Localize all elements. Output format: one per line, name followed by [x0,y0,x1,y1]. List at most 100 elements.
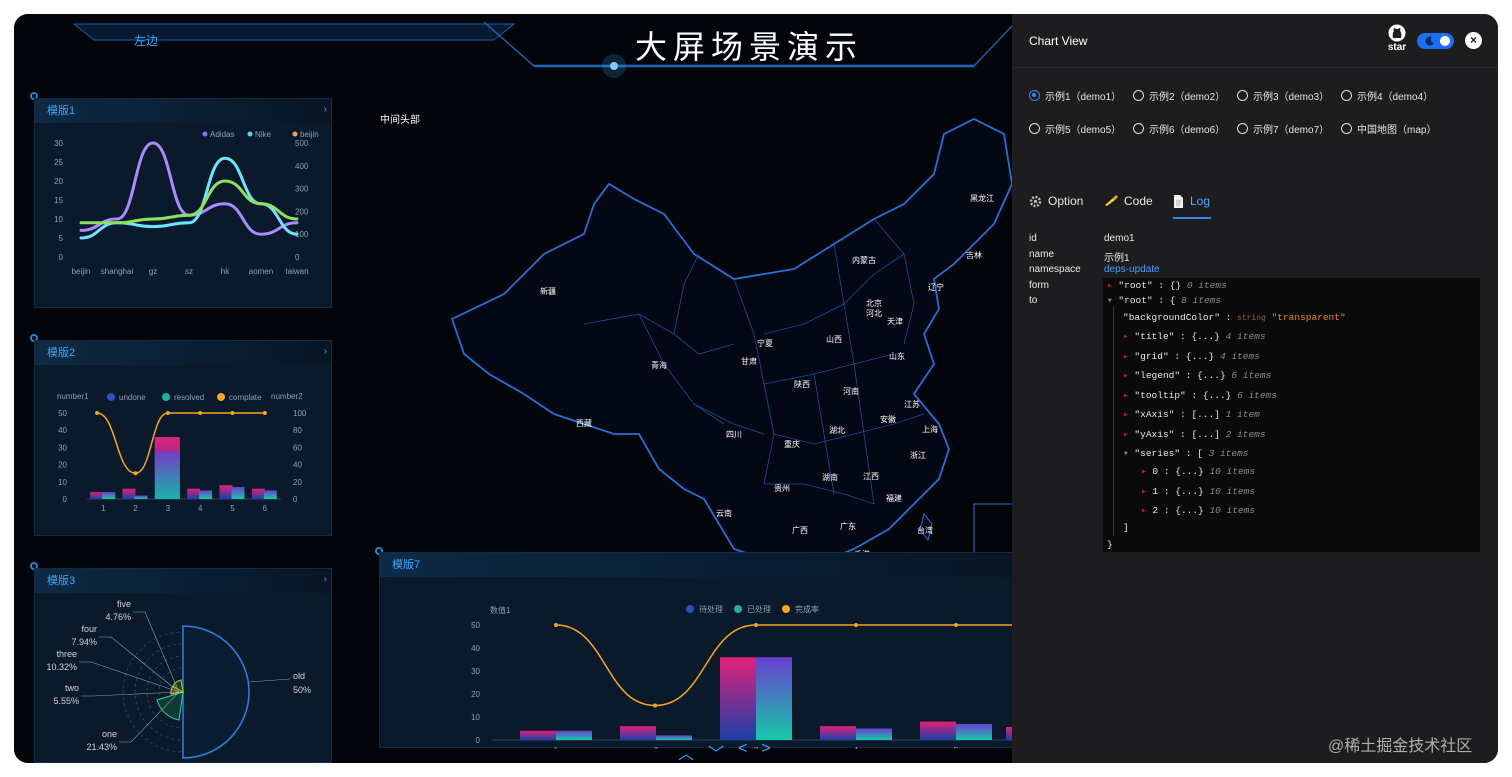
json-root-empty[interactable]: ▸ "root" : {} 0 items [1107,280,1227,291]
json-series-item[interactable]: ▸ 1 : {...} 10 items [1141,486,1255,497]
province-label: 上海 [922,424,938,434]
province-label: 福建 [886,493,902,503]
arrow-up-icon[interactable]: ︿ [678,740,694,763]
tab-option[interactable]: Option [1029,194,1083,208]
y-tick: 10 [471,713,480,722]
legend-label: Adidas [210,130,234,139]
close-icon[interactable]: × [1465,32,1482,49]
radio-demo7[interactable]: 示例7（demo7） [1237,121,1329,136]
radio-circle[interactable] [1133,123,1144,134]
panel-title: 模版2 [35,341,331,365]
radio-circle[interactable] [1133,90,1144,101]
chart-template2: number1 number2undone resolved complate0102… [57,392,307,513]
radio-label: 示例5（demo5） [1045,125,1122,136]
left-tab[interactable]: 左边 [134,32,158,49]
json-close-object[interactable]: } [1107,539,1113,550]
tab-log[interactable]: Log [1173,194,1210,208]
json-series[interactable]: ▾ "series" : [ 3 items [1123,448,1248,459]
radio-demo8[interactable]: 中国地图（map） [1341,121,1436,136]
pie-label-two: two [65,683,79,693]
legend-label: complate [229,393,262,402]
github-star-button[interactable]: star [1384,24,1410,53]
radio-demo3[interactable]: 示例3（demo3） [1237,88,1329,103]
radio-circle[interactable] [1029,123,1040,134]
province-label: 河南 [843,386,859,396]
y-tick-left: 30 [54,139,63,148]
field-value: 示例1 [1104,252,1130,264]
radio-demo1[interactable]: 示例1（demo1） [1029,88,1121,103]
bar-processed [556,730,592,740]
province-label: 广西 [792,525,808,535]
writing-hand-icon [1105,195,1118,206]
bar-resolved [231,486,245,499]
tab-code[interactable]: Code [1104,194,1153,208]
chart-template3: five 4.76% four 7.94% three 10.32% two 5.55% one… [46,599,311,759]
field-key: namespace [1029,264,1081,275]
json-node[interactable]: ▸ "grid" : {...} 4 items [1123,351,1260,362]
json-node[interactable]: ▸ "tooltip" : {...} 6 items [1123,390,1277,401]
arrow-right-icon[interactable]: > [761,740,770,763]
radio-circle[interactable] [1237,123,1248,134]
province-label: 江苏 [904,399,920,409]
province-label: 西藏 [576,418,592,428]
bar-pending [620,726,656,740]
province-label: 宁夏 [757,338,773,348]
radio-circle[interactable] [1341,123,1352,134]
chevron-right-icon[interactable]: › [324,574,327,585]
arrow-down-icon[interactable]: ﹀ [708,740,724,763]
panel-template1: 模版1 › Adidas Nike beijin 0 5 10 15 20 25 30 0 100 20… [34,98,332,308]
x-tick: 1 [554,746,559,749]
radio-demo4[interactable]: 示例4（demo4） [1341,88,1433,103]
bar-undone [122,488,136,499]
json-node[interactable]: ▸ "yAxis" : [...] 2 items [1123,429,1266,440]
province-label: 黑龙江 [970,193,994,203]
y-tick-left: 10 [58,478,67,487]
legend-dot [782,605,790,613]
province-label: 江西 [863,472,879,481]
x-tick: aomen [249,267,273,276]
radio-circle[interactable] [1237,90,1248,101]
json-node[interactable]: ▸ "title" : {...} 4 items [1123,331,1266,342]
json-series-item[interactable]: ▸ 0 : {...} 10 items [1141,466,1255,477]
bar-processed [756,657,792,740]
pie-label-five: five [117,599,131,609]
json-viewer[interactable]: ▸ "root" : {} 0 items ▾ "root" : { 8 item… [1103,278,1480,552]
legend-label: resolved [174,393,204,402]
radio-circle[interactable] [1341,90,1352,101]
series-line-nike [79,156,299,240]
bar-resolved [102,492,116,499]
line-point [133,471,138,476]
china-outline [450,117,1012,565]
json-series-item[interactable]: ▸ 2 : {...} 10 items [1141,505,1255,516]
arrow-left-icon[interactable]: < [738,740,747,763]
pie-value-old: 50% [293,685,311,695]
radio-demo2[interactable]: 示例2（demo2） [1133,88,1225,103]
y-tick-left: 20 [58,461,67,470]
json-root[interactable]: ▾ "root" : { 8 items [1107,295,1221,306]
radio-demo5[interactable]: 示例5（demo5） [1029,121,1121,136]
y-tick-left: 10 [54,215,63,224]
panel-heading: Chart View [1029,34,1088,48]
x-tick: hk [221,267,230,276]
y-tick-left: 5 [59,234,64,243]
legend-dot [217,393,225,401]
radio-demo6[interactable]: 示例6（demo6） [1133,121,1225,136]
province-label: 陕西 [794,379,810,389]
x-tick: 1 [101,504,106,513]
y-tick-right: 20 [293,478,302,487]
china-map[interactable]: 黑龙江吉林辽宁 内蒙古北京河北天津山西山东 宁夏甘肃 新疆青海陕西河南江苏安徽上海 湖北… [434,104,1012,604]
json-background-color[interactable]: "backgroundColor" : string "transparent" [1123,312,1346,323]
json-node[interactable]: ▸ "xAxis" : [...] 1 item [1123,409,1260,420]
radio-circle[interactable] [1029,90,1040,101]
json-close-array[interactable]: ] [1123,522,1129,533]
chevron-right-icon[interactable]: › [324,346,327,357]
json-node[interactable]: ▸ "legend" : {...} 6 items [1123,370,1271,381]
document-icon [1174,194,1183,208]
chevron-right-icon[interactable]: › [324,104,327,115]
theme-toggle[interactable] [1417,33,1454,49]
legend-label: beijin [300,130,319,139]
field-value: deps-update [1104,264,1160,275]
province-label: 山东 [889,351,905,361]
chart-template7: 数值1待处理已处理完成率0102030405012345 [471,604,1020,749]
line-point [95,411,99,415]
